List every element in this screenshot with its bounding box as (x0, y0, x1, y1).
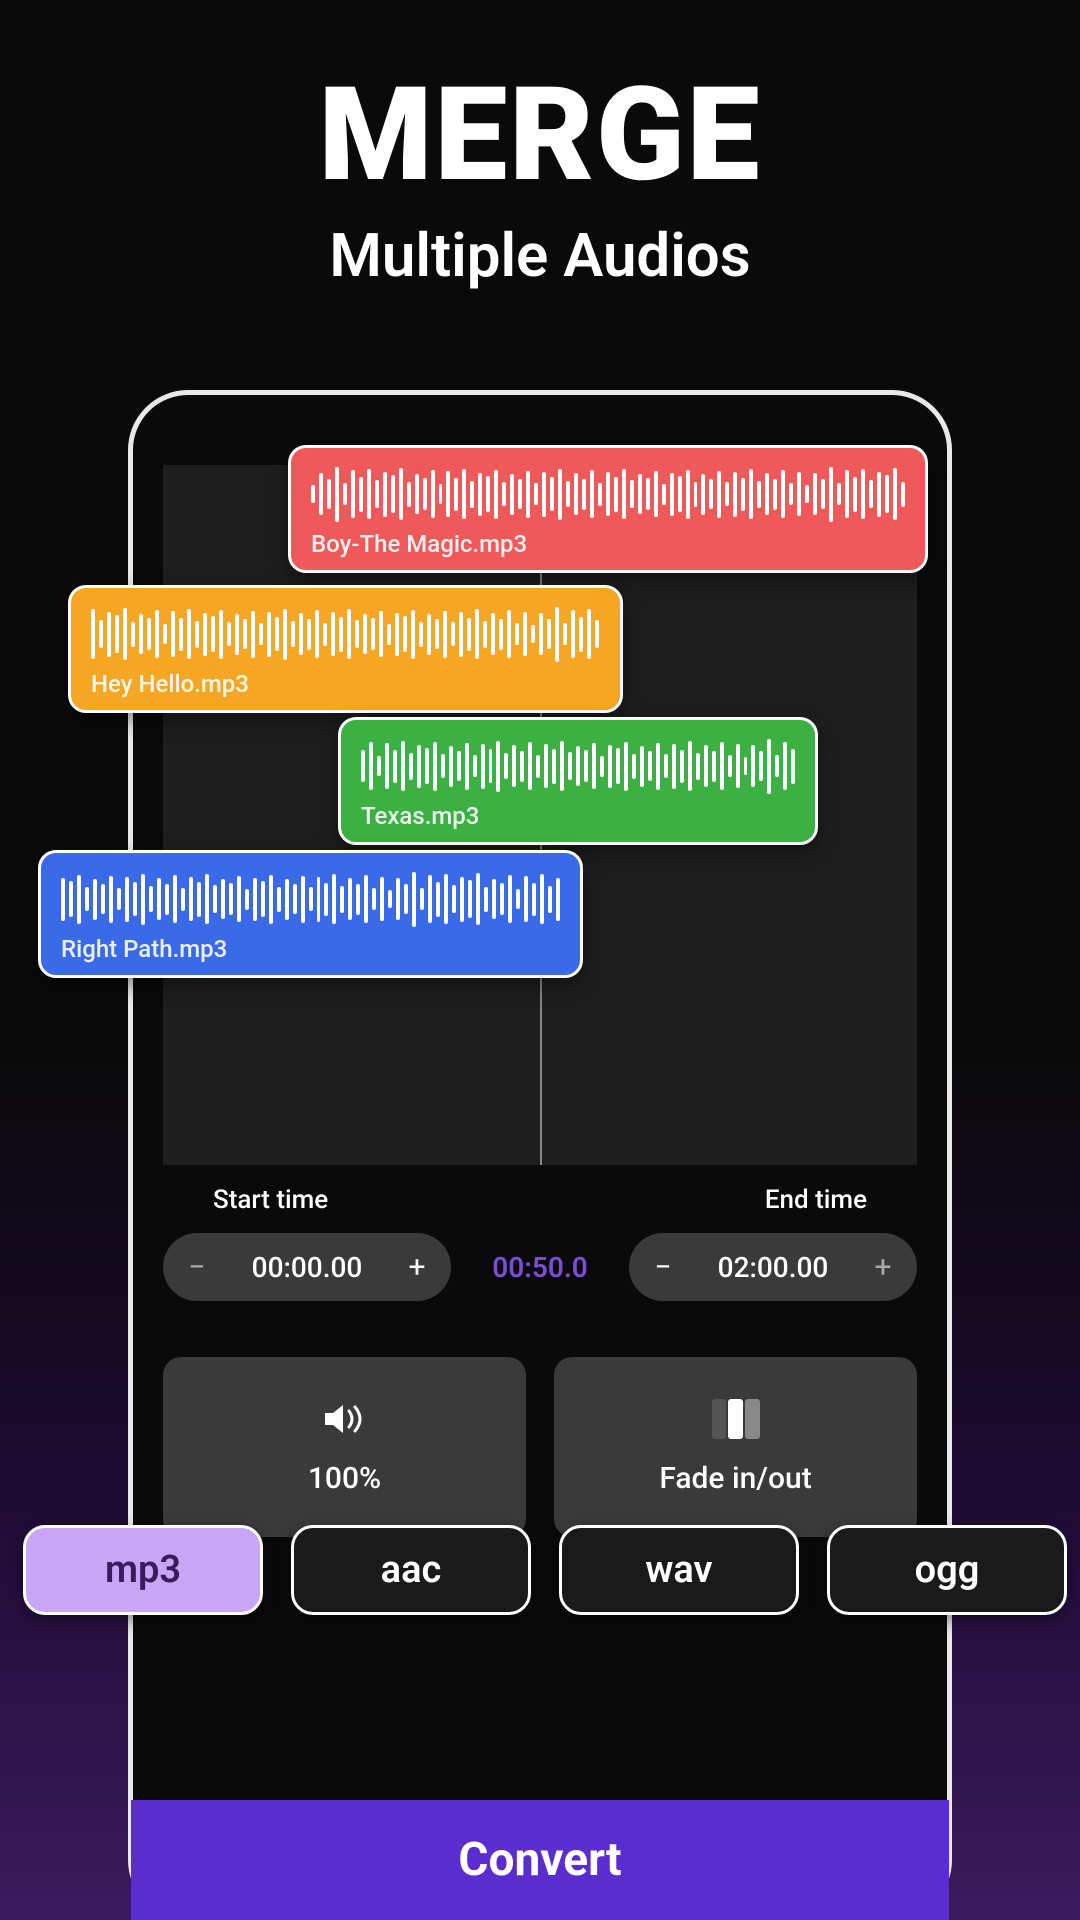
volume-label: 100% (308, 1461, 381, 1496)
end-time-stepper[interactable]: − 02:00.00 + (629, 1233, 917, 1301)
end-time-label: End time (765, 1185, 867, 1215)
clip-label: Hey Hello.mp3 (91, 670, 600, 698)
format-option-aac[interactable]: aac (291, 1525, 531, 1615)
audio-clip-4[interactable]: Right Path.mp3 (38, 850, 583, 978)
plus-icon[interactable]: + (399, 1249, 435, 1285)
format-option-wav[interactable]: wav (559, 1525, 799, 1615)
fade-icon (712, 1399, 760, 1439)
fade-label: Fade in/out (659, 1461, 811, 1496)
format-option-ogg[interactable]: ogg (827, 1525, 1067, 1615)
plus-icon[interactable]: + (865, 1249, 901, 1285)
format-option-mp3[interactable]: mp3 (23, 1525, 263, 1615)
start-time-label: Start time (213, 1185, 328, 1215)
convert-label: Convert (458, 1833, 621, 1887)
phone-frame: Boy-The Magic.mp3 Hey Hello.mp3 Texas.mp… (128, 390, 952, 1920)
convert-button[interactable]: Convert (131, 1800, 949, 1920)
playhead-time: 00:50.0 (475, 1251, 605, 1284)
waveform-icon (311, 464, 905, 524)
controls-panel: Start time End time − 00:00.00 + 00:50.0… (163, 1185, 917, 1537)
waveform-icon (61, 869, 560, 929)
volume-icon (321, 1399, 369, 1439)
hero-title: MERGE (0, 70, 1080, 200)
format-selector: mp3 aac wav ogg (23, 1525, 1067, 1615)
audio-clip-1[interactable]: Boy-The Magic.mp3 (288, 445, 928, 573)
hero-header: MERGE Multiple Audios (0, 0, 1080, 291)
start-time-stepper[interactable]: − 00:00.00 + (163, 1233, 451, 1301)
clip-label: Boy-The Magic.mp3 (311, 530, 905, 558)
end-time-value: 02:00.00 (681, 1251, 865, 1284)
audio-clip-2[interactable]: Hey Hello.mp3 (68, 585, 623, 713)
waveform-icon (361, 736, 795, 796)
volume-button[interactable]: 100% (163, 1357, 526, 1537)
waveform-icon (91, 604, 600, 664)
clip-label: Texas.mp3 (361, 802, 795, 830)
hero-subtitle: Multiple Audios (0, 220, 1080, 291)
clip-label: Right Path.mp3 (61, 935, 560, 963)
minus-icon[interactable]: − (645, 1249, 681, 1285)
fade-button[interactable]: Fade in/out (554, 1357, 917, 1537)
audio-clip-3[interactable]: Texas.mp3 (338, 717, 818, 845)
start-time-value: 00:00.00 (215, 1251, 399, 1284)
minus-icon[interactable]: − (179, 1249, 215, 1285)
